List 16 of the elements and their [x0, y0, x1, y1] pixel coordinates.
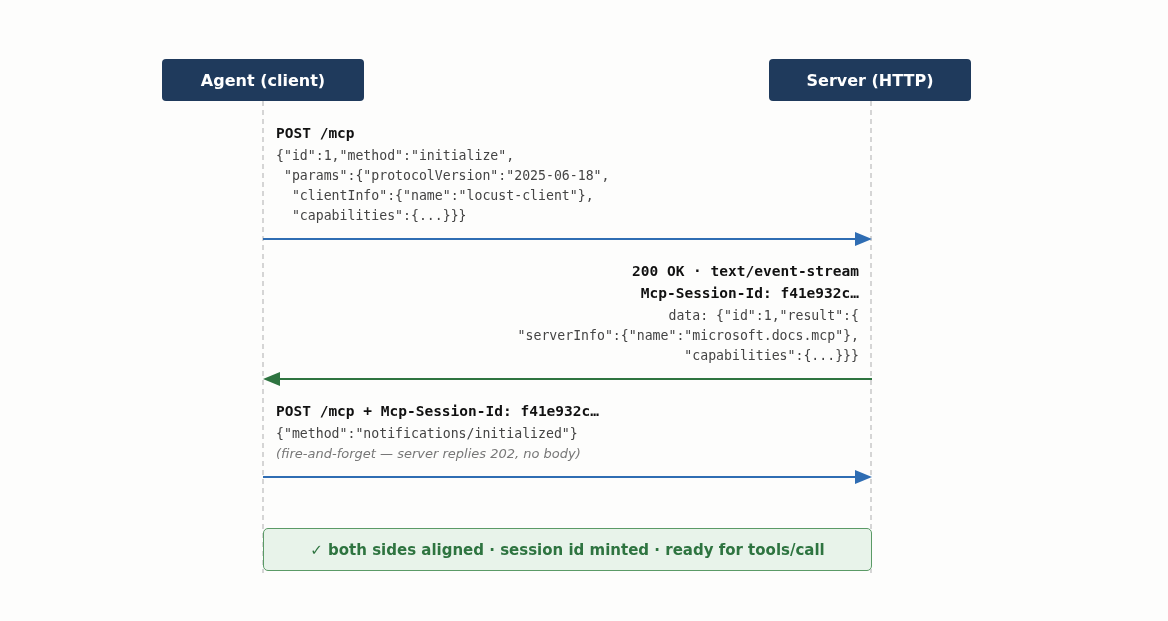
- message-body-line: data: {"id":1,"result":{: [668, 307, 859, 325]
- message-body-line: {"method":"notifications/initialized"}: [276, 425, 578, 443]
- message-header: Mcp-Session-Id: f41e932c…: [640, 284, 859, 303]
- message-header: POST /mcp + Mcp-Session-Id: f41e932c…: [276, 402, 599, 421]
- participant-box: Agent (client): [162, 59, 364, 101]
- message-body-line: "clientInfo":{"name":"locust-client"},: [290, 187, 594, 205]
- status-banner: ✓ both sides aligned · session id minted · ready for tools/call: [263, 528, 872, 571]
- message-body-line: {"id":1,"method":"initialize",: [276, 147, 515, 165]
- message-body-line: "serverInfo":{"name":"microsoft.docs.mcp"},: [517, 327, 859, 345]
- participant-box: Server (HTTP): [769, 59, 971, 101]
- message-body-line: "capabilities":{...}}}: [290, 207, 467, 225]
- message-header: 200 OK · text/event-stream: [632, 262, 859, 281]
- message-note: (fire-and-forget — server replies 202, no body): [276, 445, 581, 463]
- message-header: POST /mcp: [276, 124, 355, 143]
- message-body-line: "params":{"protocolVersion":"2025-06-18",: [282, 167, 610, 185]
- message-body-line: "capabilities":{...}}}: [684, 347, 859, 365]
